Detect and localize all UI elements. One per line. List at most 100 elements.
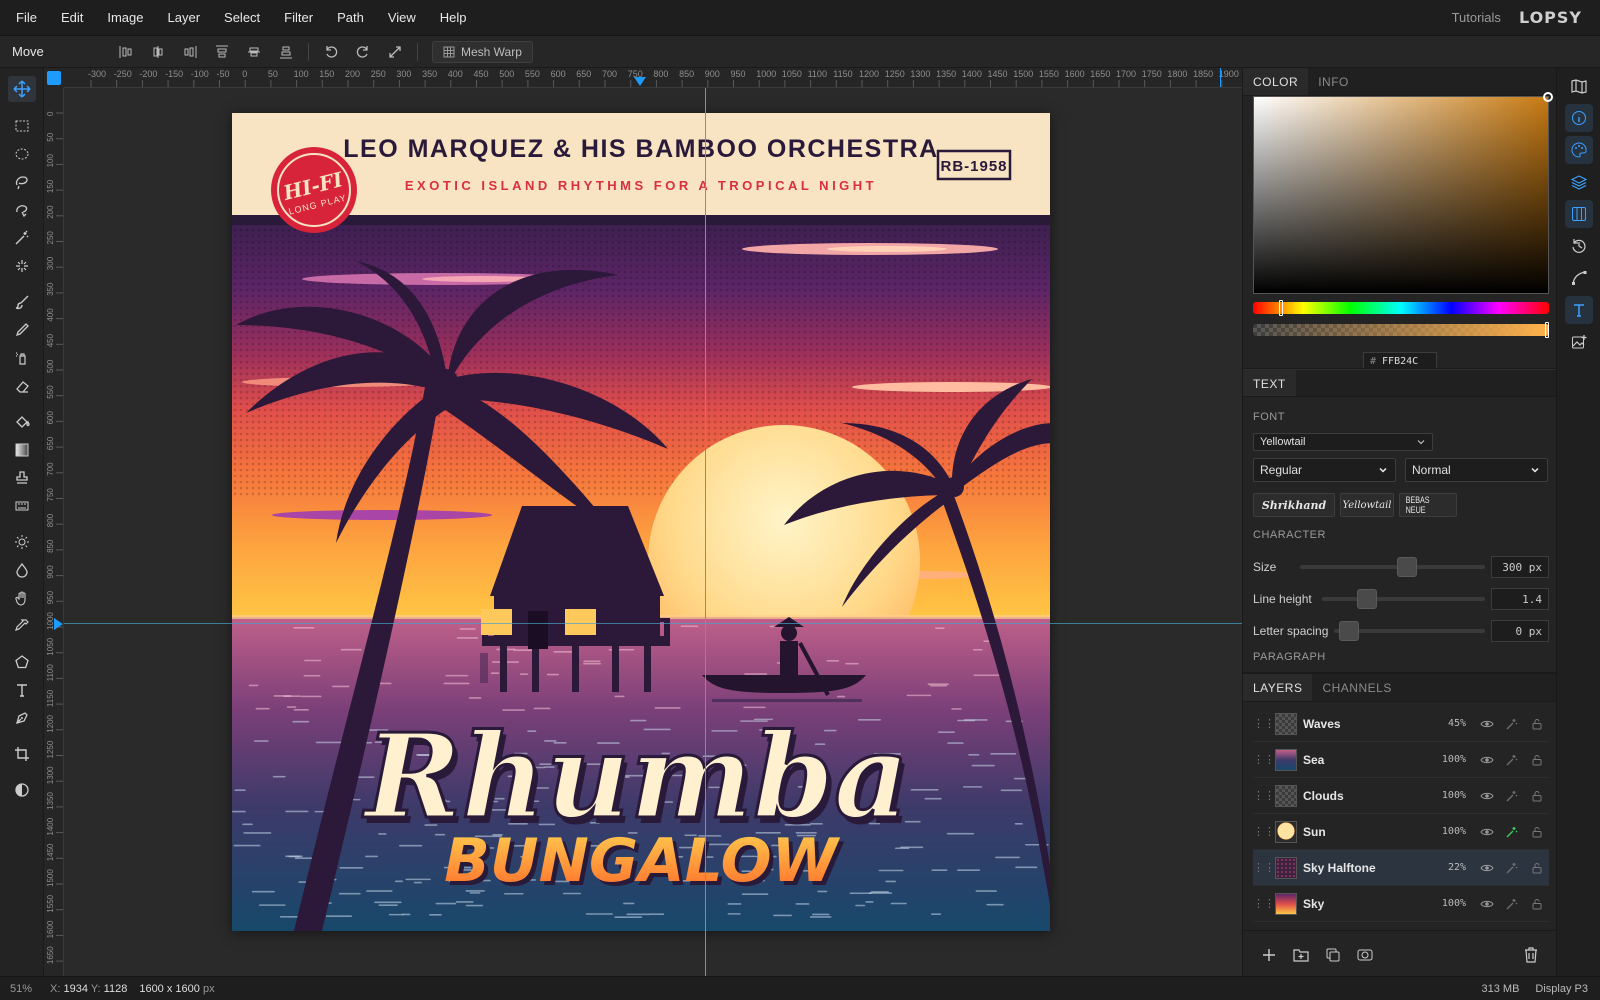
line-height-slider[interactable] xyxy=(1321,589,1485,609)
lock-toggle[interactable] xyxy=(1524,718,1549,730)
vertical-guide[interactable] xyxy=(705,88,706,976)
letter-spacing-slider-handle[interactable] xyxy=(1339,621,1360,641)
lasso-tool[interactable] xyxy=(8,169,36,195)
layer-name[interactable]: Waves xyxy=(1303,717,1426,731)
delete-layer-button[interactable] xyxy=(1515,939,1547,971)
eraser-tool[interactable] xyxy=(8,373,36,399)
pen-tool[interactable] xyxy=(8,705,36,731)
layer-opacity[interactable]: 100% xyxy=(1426,790,1466,801)
lock-toggle[interactable] xyxy=(1524,898,1549,910)
duplicate-layer-button[interactable] xyxy=(1317,939,1349,971)
stamp-tool[interactable] xyxy=(8,465,36,491)
layer-row-sky-halftone[interactable]: ⋮⋮ Sky Halftone 22% xyxy=(1253,850,1549,886)
dodge-tool[interactable] xyxy=(8,529,36,555)
drag-handle-icon[interactable]: ⋮⋮ xyxy=(1253,897,1275,910)
layer-opacity[interactable]: 100% xyxy=(1426,826,1466,837)
font-preset-yellowtail[interactable]: Yellowtail xyxy=(1340,493,1394,517)
crop-tool[interactable] xyxy=(8,741,36,767)
menu-path[interactable]: Path xyxy=(325,10,376,25)
font-preset-shrikhand[interactable]: Shrikhand xyxy=(1253,493,1335,517)
rotate-cw-button[interactable] xyxy=(347,38,379,66)
layers-panel-button[interactable] xyxy=(1565,168,1593,196)
gradient-tool[interactable] xyxy=(8,437,36,463)
mesh-warp-button[interactable]: Mesh Warp xyxy=(432,40,533,63)
tutorials-link[interactable]: Tutorials xyxy=(1452,10,1501,25)
size-slider-handle[interactable] xyxy=(1397,557,1418,577)
layer-name[interactable]: Sky Halftone xyxy=(1303,861,1426,875)
visibility-toggle[interactable] xyxy=(1474,825,1499,839)
pattern-tool[interactable] xyxy=(8,493,36,519)
layer-row-sea[interactable]: ⋮⋮ Sea 100% xyxy=(1253,742,1549,778)
ellipse-select-tool[interactable] xyxy=(8,141,36,167)
menu-filter[interactable]: Filter xyxy=(272,10,325,25)
paths-panel-button[interactable] xyxy=(1565,264,1593,292)
menu-view[interactable]: View xyxy=(376,10,428,25)
channels-panel-button[interactable] xyxy=(1565,200,1593,228)
layer-effects-button[interactable] xyxy=(1499,753,1524,767)
drag-handle-icon[interactable]: ⋮⋮ xyxy=(1253,861,1275,874)
align-center-v-button[interactable] xyxy=(238,38,270,66)
layer-effects-button[interactable] xyxy=(1499,717,1524,731)
layer-effects-button[interactable] xyxy=(1499,825,1524,839)
sv-picker-handle[interactable] xyxy=(1543,92,1553,102)
drag-handle-icon[interactable]: ⋮⋮ xyxy=(1253,717,1275,730)
layer-name[interactable]: Sky xyxy=(1303,897,1426,911)
lock-toggle[interactable] xyxy=(1524,826,1549,838)
align-right-button[interactable] xyxy=(174,38,206,66)
visibility-toggle[interactable] xyxy=(1474,717,1499,731)
font-preset-bebas[interactable]: BEBAS NEUE xyxy=(1399,493,1457,517)
layer-opacity[interactable]: 100% xyxy=(1426,898,1466,909)
horizontal-guide[interactable] xyxy=(64,623,1242,624)
layer-name[interactable]: Sea xyxy=(1303,753,1426,767)
rotate-ccw-button[interactable] xyxy=(315,38,347,66)
add-layer-button[interactable] xyxy=(1253,939,1285,971)
artwork-canvas[interactable]: LEO MARQUEZ & HIS BAMBOO ORCHESTRA EXOTI… xyxy=(232,113,1050,931)
layer-effects-button[interactable] xyxy=(1499,861,1524,875)
hue-slider-handle[interactable] xyxy=(1279,300,1283,316)
letter-spacing-slider[interactable] xyxy=(1334,621,1485,641)
quick-select-tool[interactable] xyxy=(8,253,36,279)
tab-text[interactable]: TEXT xyxy=(1243,370,1296,396)
layer-row-sun[interactable]: ⋮⋮ Sun 100% xyxy=(1253,814,1549,850)
zoom-level[interactable]: 51% xyxy=(0,983,44,995)
size-slider[interactable] xyxy=(1300,557,1485,577)
align-bottom-button[interactable] xyxy=(270,38,302,66)
lock-toggle[interactable] xyxy=(1524,790,1549,802)
magic-wand-tool[interactable] xyxy=(8,225,36,251)
lock-toggle[interactable] xyxy=(1524,754,1549,766)
alpha-slider[interactable] xyxy=(1253,322,1549,338)
layer-effects-button[interactable] xyxy=(1499,789,1524,803)
ruler-corner[interactable] xyxy=(44,68,64,88)
layer-row-clouds[interactable]: ⋮⋮ Clouds 100% xyxy=(1253,778,1549,814)
fill-tool[interactable] xyxy=(8,409,36,435)
lock-toggle[interactable] xyxy=(1524,862,1549,874)
menu-layer[interactable]: Layer xyxy=(156,10,213,25)
align-left-button[interactable] xyxy=(110,38,142,66)
layer-opacity[interactable]: 100% xyxy=(1426,754,1466,765)
tab-channels[interactable]: CHANNELS xyxy=(1312,674,1401,701)
layer-opacity[interactable]: 22% xyxy=(1426,862,1466,873)
drag-handle-icon[interactable]: ⋮⋮ xyxy=(1253,753,1275,766)
layer-opacity[interactable]: 45% xyxy=(1426,718,1466,729)
canvas-workspace[interactable]: LEO MARQUEZ & HIS BAMBOO ORCHESTRA EXOTI… xyxy=(64,88,1242,976)
info-panel-button[interactable] xyxy=(1565,104,1593,132)
rect-select-tool[interactable] xyxy=(8,113,36,139)
visibility-toggle[interactable] xyxy=(1474,753,1499,767)
horizontal-ruler[interactable]: -300 -250 -200 -150 -100 -50 0 50 100 150 200 250 30… xyxy=(64,68,1242,88)
drag-handle-icon[interactable]: ⋮⋮ xyxy=(1253,825,1275,838)
saturation-value-picker[interactable] xyxy=(1253,92,1553,294)
eyedropper-tool[interactable] xyxy=(8,613,36,639)
font-weight-select[interactable]: Regular xyxy=(1253,458,1396,482)
alpha-slider-handle[interactable] xyxy=(1545,322,1549,338)
move-tool[interactable] xyxy=(8,76,36,102)
hue-slider[interactable] xyxy=(1253,300,1549,316)
color-mode-toggle[interactable] xyxy=(8,777,36,803)
visibility-toggle[interactable] xyxy=(1474,789,1499,803)
layer-row-waves[interactable]: ⋮⋮ Waves 45% xyxy=(1253,706,1549,742)
letter-spacing-input[interactable]: 0 px xyxy=(1491,620,1549,642)
hand-tool[interactable] xyxy=(8,585,36,611)
assets-panel-button[interactable] xyxy=(1565,328,1593,356)
pencil-tool[interactable] xyxy=(8,317,36,343)
blur-tool[interactable] xyxy=(8,557,36,583)
tab-info[interactable]: INFO xyxy=(1308,68,1359,95)
